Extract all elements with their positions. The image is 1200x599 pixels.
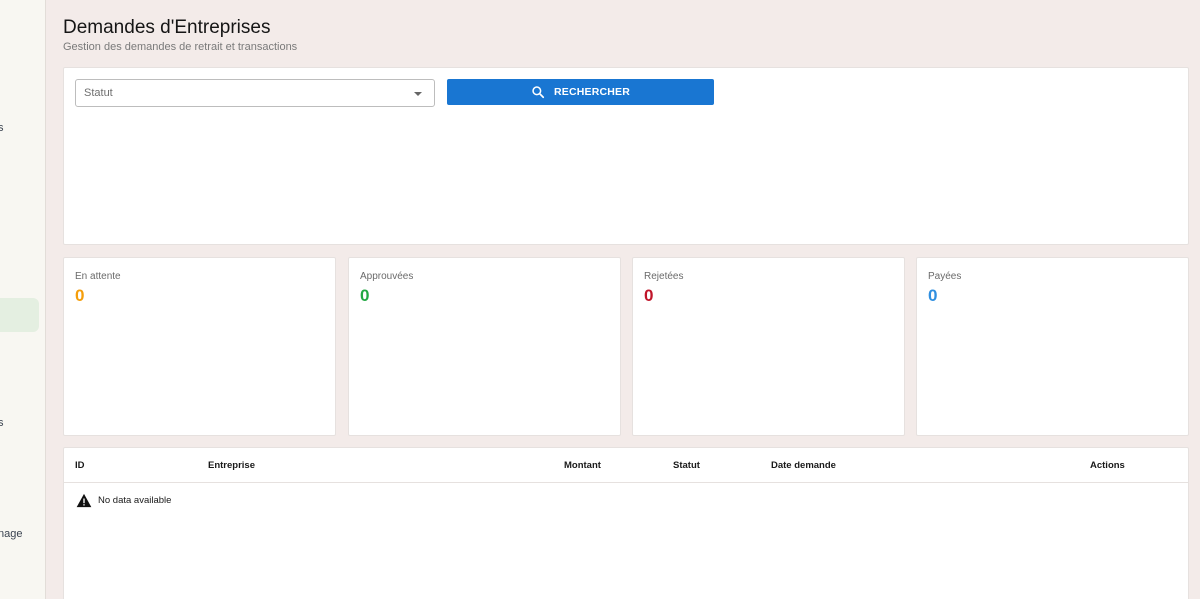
stat-value: 0 (928, 286, 938, 305)
sidebar-item-label[interactable]: nage (0, 528, 22, 540)
empty-state: No data available (76, 493, 171, 508)
search-icon (532, 86, 545, 99)
stat-label: Approuvées (360, 271, 414, 282)
stat-value: 0 (75, 286, 85, 305)
stat-value: 0 (360, 286, 370, 305)
stat-label: Rejetées (644, 271, 684, 282)
sidebar-item-label[interactable]: s (0, 122, 4, 134)
sidebar-item-label[interactable]: s (0, 417, 4, 429)
page-subtitle: Gestion des demandes de retrait et trans… (63, 41, 298, 53)
page-title: Demandes d'Entreprises (63, 17, 271, 38)
column-header-status[interactable]: Statut (673, 460, 700, 471)
requests-table: ID Entreprise Montant Statut Date demand… (63, 447, 1189, 599)
search-button-label: RECHERCHER (553, 86, 631, 98)
column-header-amount[interactable]: Montant (564, 460, 601, 471)
empty-message: No data available (98, 495, 172, 506)
stat-card-rejected: Rejetées 0 (632, 257, 905, 436)
main-content: Demandes d'Entreprises Gestion des deman… (46, 0, 1200, 599)
status-select[interactable]: Statut (75, 79, 435, 107)
stat-value: 0 (644, 286, 654, 305)
sidebar-item-active[interactable] (0, 298, 39, 332)
chevron-down-icon (414, 92, 422, 96)
column-header-company[interactable]: Entreprise (208, 460, 255, 471)
table-header: ID Entreprise Montant Statut Date demand… (64, 448, 1188, 483)
stat-card-paid: Payées 0 (916, 257, 1189, 436)
column-header-actions[interactable]: Actions (1090, 460, 1125, 471)
warning-icon (76, 493, 92, 508)
status-select-label: Statut (84, 87, 113, 99)
sidebar: s s nage (0, 0, 46, 599)
stat-card-approved: Approuvées 0 (348, 257, 621, 436)
column-header-id[interactable]: ID (75, 460, 85, 471)
stat-label: En attente (75, 271, 121, 282)
stat-card-pending: En attente 0 (63, 257, 336, 436)
column-header-date[interactable]: Date demande (771, 460, 836, 471)
stat-label: Payées (928, 271, 962, 282)
filter-card: Statut RECHERCHER (63, 67, 1189, 245)
search-button[interactable]: RECHERCHER (447, 79, 714, 105)
